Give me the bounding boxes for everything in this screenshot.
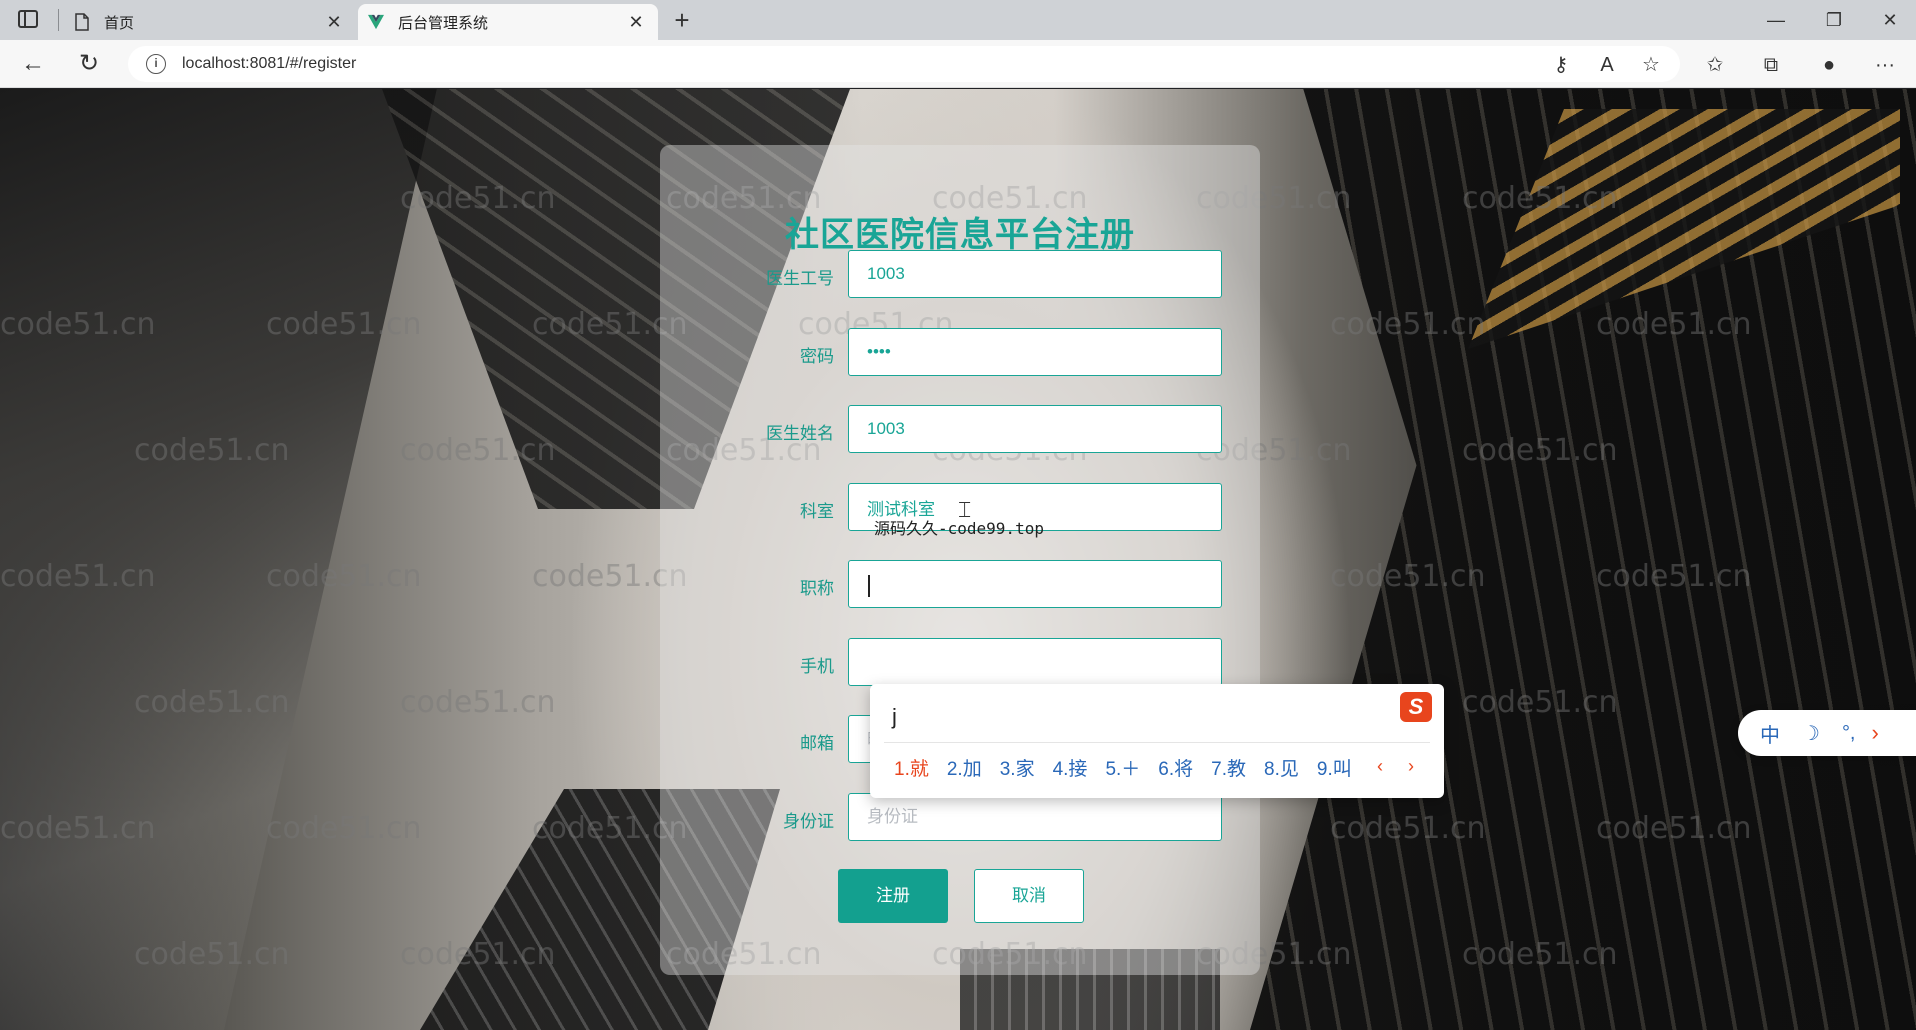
- password-input[interactable]: [848, 328, 1222, 376]
- ime-candidate[interactable]: 6.将: [1158, 754, 1193, 781]
- ime-candidate[interactable]: 7.教: [1211, 754, 1246, 781]
- ime-candidate[interactable]: 8.见: [1264, 754, 1299, 781]
- more-menu-icon[interactable]: ···: [1870, 52, 1900, 78]
- field-label: 手机: [800, 657, 834, 676]
- field-label: 密码: [800, 347, 834, 366]
- ime-candidate[interactable]: 4.接: [1053, 754, 1088, 781]
- read-aloud-icon[interactable]: A: [1592, 52, 1622, 78]
- form-row-doctor-id: 医生工号: [660, 250, 1260, 300]
- doctor-name-input[interactable]: [848, 405, 1222, 453]
- ime-language-toggle[interactable]: 中: [1760, 719, 1780, 748]
- page-title: 社区医院信息平台注册: [785, 216, 1135, 254]
- moon-icon[interactable]: ☽: [1802, 721, 1820, 746]
- field-label: 邮箱: [800, 734, 834, 753]
- ime-divider: [884, 742, 1430, 743]
- doctor-id-input[interactable]: [848, 250, 1222, 298]
- favorite-star-icon[interactable]: ☆: [1636, 52, 1666, 78]
- field-label: 医生工号: [766, 269, 834, 288]
- tab-title: 首页: [104, 14, 135, 32]
- ime-candidate[interactable]: 9.叫: [1317, 754, 1352, 781]
- id-card-input[interactable]: [848, 793, 1222, 841]
- page-background: code51.cn code51.cn code51.cn code51.cn …: [0, 89, 1916, 1030]
- field-label: 科室: [800, 502, 834, 521]
- register-button[interactable]: 注册: [838, 869, 948, 923]
- field-label: 身份证: [783, 812, 834, 831]
- url-text: localhost:8081/#/register: [182, 55, 357, 72]
- text-caret: [868, 575, 870, 597]
- new-tab-button[interactable]: +: [668, 6, 696, 34]
- key-icon[interactable]: ⚷: [1546, 52, 1576, 78]
- ime-page-nav[interactable]: ‹ ›: [1377, 756, 1424, 777]
- ime-status-bar[interactable]: 中 ☽ °, ›: [1738, 710, 1916, 756]
- sogou-logo-icon: S: [1400, 692, 1432, 722]
- ime-candidate[interactable]: 5.＋: [1105, 754, 1140, 781]
- ime-candidate-popup: j S 1.就 2.加 3.家 4.接 5.＋ 6.将 7.教 8.见 9.叫 …: [870, 684, 1444, 798]
- punctuation-icon[interactable]: °,: [1842, 722, 1856, 745]
- field-label: 职称: [800, 579, 834, 598]
- form-row-id-card: 身份证: [660, 793, 1260, 843]
- job-title-input[interactable]: [848, 560, 1222, 608]
- vue-logo-icon: [368, 14, 384, 30]
- refresh-icon[interactable]: ↻: [74, 50, 104, 80]
- form-row-doctor-name: 医生姓名: [660, 405, 1260, 455]
- chevron-right-icon[interactable]: ›: [1872, 720, 1879, 746]
- field-label: 医生姓名: [766, 424, 834, 443]
- register-card: 社区医院信息平台注册 医生工号 密码 医生姓名 科室 职称 手机 邮箱: [660, 145, 1260, 975]
- watermark: code51.cn: [266, 811, 422, 846]
- favorites-icon[interactable]: ✩: [1700, 52, 1730, 78]
- ime-candidate[interactable]: 3.家: [1000, 754, 1035, 781]
- watermark: code51.cn: [1064, 89, 1220, 94]
- tab-separator: [58, 9, 59, 31]
- tab-admin[interactable]: 后台管理系统 ✕: [358, 4, 658, 40]
- minimize-button[interactable]: —: [1756, 6, 1796, 34]
- ime-candidate-list: 1.就 2.加 3.家 4.接 5.＋ 6.将 7.教 8.见 9.叫: [894, 754, 1370, 781]
- url-field[interactable]: i localhost:8081/#/register: [128, 46, 1680, 82]
- profile-avatar-icon[interactable]: ●: [1814, 52, 1844, 78]
- back-arrow-icon[interactable]: ←: [18, 50, 48, 80]
- form-row-title: 职称: [660, 560, 1260, 610]
- close-window-button[interactable]: ✕: [1870, 6, 1910, 34]
- text-cursor-icon: ⌶: [958, 497, 972, 522]
- form-row-password: 密码: [660, 328, 1260, 378]
- phone-input[interactable]: [848, 638, 1222, 686]
- browser-tab-bar: 首页 ✕ 后台管理系统 ✕ + — ❐ ✕: [0, 0, 1916, 40]
- collections-icon[interactable]: ⧉: [1756, 52, 1786, 78]
- cancel-button[interactable]: 取消: [974, 869, 1084, 923]
- ime-composition-text: j: [892, 704, 897, 729]
- info-icon[interactable]: i: [146, 54, 166, 74]
- tab-title: 后台管理系统: [398, 14, 489, 32]
- tab-actions-icon[interactable]: [18, 10, 38, 28]
- form-row-phone: 手机: [660, 638, 1260, 688]
- watermark: code51.cn: [400, 685, 556, 720]
- close-icon[interactable]: ✕: [626, 12, 646, 33]
- browser-address-bar: ← ↻ i localhost:8081/#/register ⚷ A ☆ ✩ …: [0, 40, 1916, 88]
- tab-home[interactable]: 首页 ✕: [64, 4, 356, 40]
- restore-button[interactable]: ❐: [1814, 6, 1854, 34]
- ime-candidate[interactable]: 2.加: [947, 754, 982, 781]
- close-icon[interactable]: ✕: [324, 12, 344, 33]
- ime-candidate[interactable]: 1.就: [894, 754, 929, 781]
- page-icon: [75, 13, 89, 31]
